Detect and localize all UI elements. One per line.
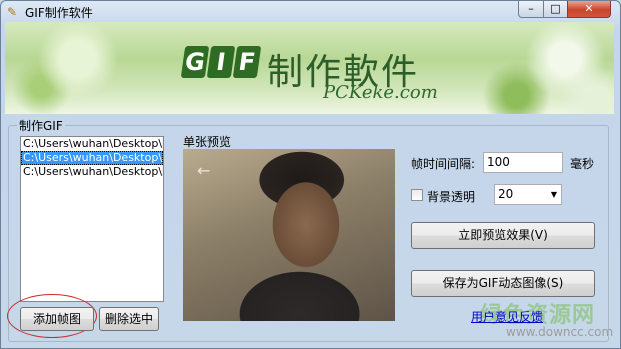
list-item[interactable]: C:\Users\wuhan\Desktop\图 [21,165,163,179]
logo-letter-i: I [206,46,236,78]
feedback-link[interactable]: 用户意见反馈 [471,308,543,325]
list-item-selected[interactable]: C:\Users\wuhan\Desktop\图 [21,151,163,165]
gif-logo: G I F [180,46,262,80]
logo-letter-g: G [180,46,210,78]
transparent-select-value: 20 [498,187,514,201]
interval-label: 帧时间间隔: [411,157,476,171]
logo-letter-f: F [232,46,262,78]
minimize-button[interactable]: – [518,1,544,18]
interval-unit: 毫秒 [570,157,595,171]
pen-icon: ✎ [7,5,18,19]
window-title: GIF制作软件 [25,6,93,20]
interval-input[interactable]: 100 [483,152,563,173]
file-list[interactable]: C:\Users\wuhan\Desktop\图 C:\Users\wuhan\… [20,136,164,302]
transparent-label: 背景透明 [427,190,476,204]
group-label: 制作GIF [17,117,65,134]
watermark-url: www.downcc.com [506,325,614,339]
preview-now-button[interactable]: 立即预览效果(V) [411,222,595,249]
arrow-left-icon: ← [197,161,211,180]
preview-label: 单张预览 [183,135,232,149]
chevron-down-icon: ▼ [550,190,557,199]
preview-image: ← [183,149,395,321]
close-button[interactable]: ✕ [567,1,611,18]
add-frame-button[interactable]: 添加帧图 [20,307,94,331]
delete-selected-button[interactable]: 删除选中 [99,307,159,331]
transparent-select[interactable]: 20 ▼ [494,184,562,205]
maximize-button[interactable]: □ [543,1,568,18]
transparent-checkbox[interactable] [411,189,423,201]
save-gif-button[interactable]: 保存为GIF动态图像(S) [411,270,595,297]
logo-url: PCKeke.com [323,82,438,103]
header-banner: G I F 制作軟件 PCKeke.com [5,22,614,114]
title-bar[interactable]: ✎ GIF制作软件 – □ ✕ [1,1,620,23]
list-item[interactable]: C:\Users\wuhan\Desktop\图 [21,137,163,151]
